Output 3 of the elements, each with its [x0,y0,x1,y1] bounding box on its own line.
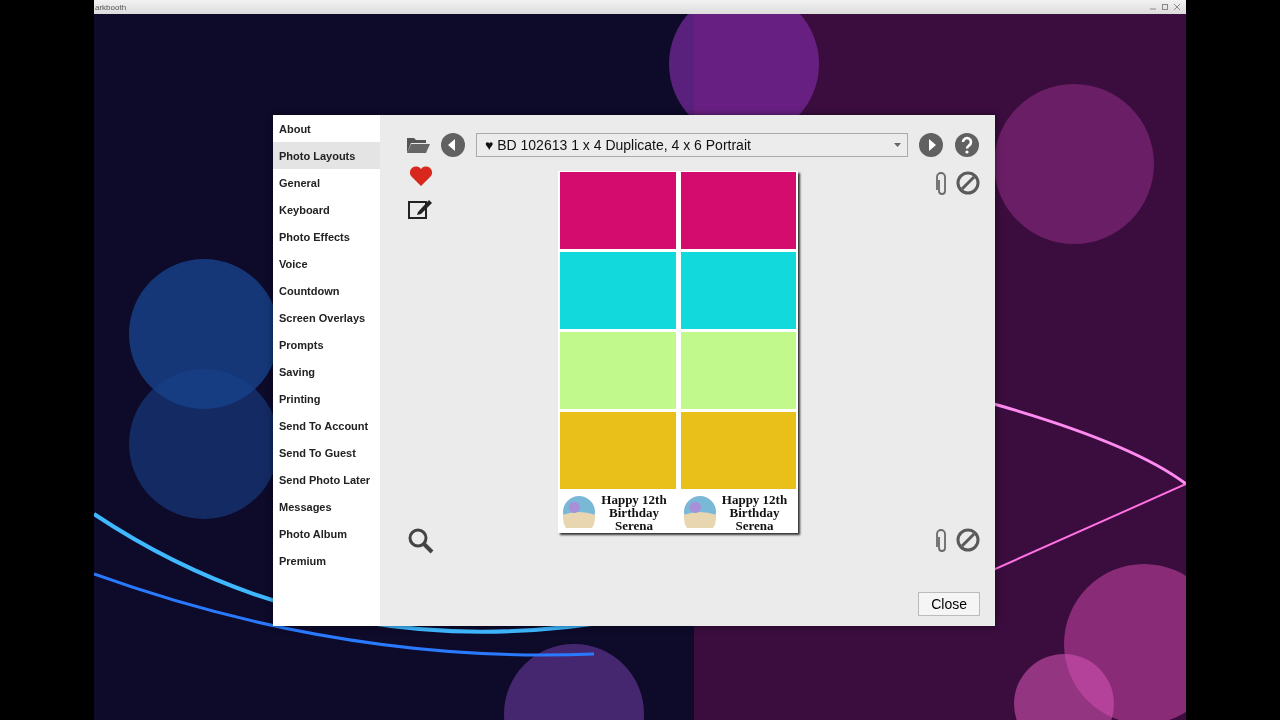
close-icon[interactable] [1174,4,1180,10]
maximize-icon[interactable] [1162,4,1168,10]
window-title: arkbooth [94,2,127,12]
